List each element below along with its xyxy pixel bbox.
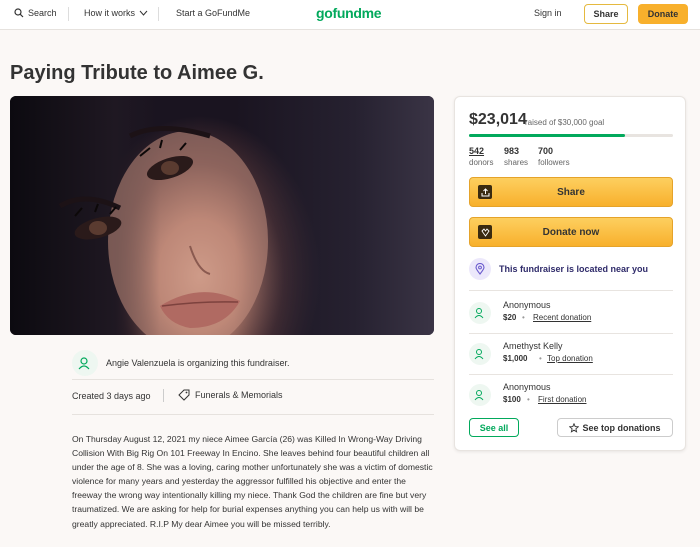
- search-label: Search: [28, 8, 57, 18]
- start-fundraiser-link[interactable]: Start a GoFundMe: [176, 8, 250, 18]
- donate-button-header[interactable]: Donate: [638, 4, 688, 24]
- donor-name: Anonymous: [503, 382, 551, 392]
- campaign-photo: [10, 96, 434, 335]
- how-it-works-label: How it works: [84, 8, 136, 18]
- organizer-avatar: [72, 350, 98, 376]
- stat-label: followers: [538, 158, 570, 167]
- user-icon: [469, 384, 491, 406]
- donation-item: Anonymous $20 • Recent donation: [469, 296, 673, 330]
- donation-tag[interactable]: First donation: [538, 395, 586, 404]
- stat-value: 700: [538, 146, 554, 156]
- amount-raised: $23,014: [469, 111, 527, 128]
- see-all-button[interactable]: See all: [469, 418, 519, 437]
- see-top-label: See top donations: [582, 422, 661, 433]
- organizer-row: Angie Valenzuela is organizing this fund…: [72, 350, 289, 376]
- stat-value: 983: [504, 146, 520, 156]
- share-button[interactable]: Share: [469, 177, 673, 207]
- donation-card: $23,014 raised of $30,000 goal 542 donor…: [454, 96, 686, 451]
- how-it-works-menu[interactable]: How it works: [84, 8, 148, 18]
- category-link[interactable]: Funerals & Memorials: [178, 389, 283, 401]
- gofundme-logo[interactable]: gofundme: [316, 5, 382, 21]
- donation-tag[interactable]: Recent donation: [533, 313, 591, 322]
- sign-in-label: Sign in: [534, 8, 562, 18]
- meta-divider: [163, 389, 164, 402]
- location-pin-icon: [469, 258, 491, 280]
- donate-now-button[interactable]: Donate now: [469, 217, 673, 247]
- divider: [469, 374, 673, 375]
- portrait-face: [58, 126, 268, 335]
- stat-label: donors: [469, 158, 494, 167]
- category-label: Funerals & Memorials: [195, 390, 283, 400]
- progress-bar: [469, 134, 673, 137]
- donation-item: Amethyst Kelly $1,000 • Top donation: [469, 337, 673, 371]
- divider: [72, 379, 434, 380]
- stat-shares: 983 shares: [504, 146, 528, 168]
- donate-now-label: Donate now: [542, 226, 600, 238]
- donate-icon: [478, 225, 492, 239]
- stat-followers: 700 followers: [538, 146, 570, 168]
- divider: [72, 414, 434, 415]
- location-notice: This fundraiser is located near you: [469, 258, 648, 280]
- search-link[interactable]: Search: [14, 8, 57, 18]
- see-top-donations-button[interactable]: See top donations: [557, 418, 673, 437]
- star-icon: [569, 422, 580, 433]
- search-icon: [14, 8, 24, 18]
- donation-amount: $20: [503, 313, 517, 322]
- goal-text: raised of $30,000 goal: [525, 118, 605, 127]
- nav-divider: [158, 7, 159, 21]
- share-label: Share: [557, 186, 585, 198]
- campaign-story: On Thursday August 12, 2021 my niece Aim…: [72, 434, 433, 529]
- top-nav: Search How it works Start a GoFundMe gof…: [0, 0, 700, 30]
- sign-in-link[interactable]: Sign in: [534, 8, 562, 18]
- divider: [469, 333, 673, 334]
- separator-dot: •: [522, 313, 525, 322]
- divider: [469, 290, 673, 291]
- separator-dot: •: [527, 395, 530, 404]
- start-label: Start a GoFundMe: [176, 8, 251, 18]
- location-text: This fundraiser is located near you: [499, 264, 649, 274]
- user-icon: [78, 357, 90, 370]
- user-icon: [469, 302, 491, 324]
- chevron-down-icon: [139, 10, 148, 16]
- stat-value: 542: [469, 146, 485, 156]
- progress-fill: [469, 134, 626, 137]
- tag-icon: [178, 389, 190, 401]
- donation-amount: $1,000: [503, 354, 528, 363]
- organizer-text: Angie Valenzuela is organizing this fund…: [106, 358, 290, 368]
- user-icon: [469, 343, 491, 365]
- donor-name: Anonymous: [503, 300, 551, 310]
- donation-amount: $100: [503, 395, 521, 404]
- created-date: Created 3 days ago: [72, 391, 151, 401]
- share-button-header[interactable]: Share: [584, 4, 628, 24]
- share-icon: [478, 185, 492, 199]
- donor-name: Amethyst Kelly: [503, 341, 563, 351]
- nav-divider: [68, 7, 69, 21]
- donation-item: Anonymous $100 • First donation: [469, 378, 673, 412]
- separator-dot: •: [539, 354, 542, 363]
- donation-tag[interactable]: Top donation: [547, 354, 593, 363]
- page-title: Paying Tribute to Aimee G.: [10, 62, 264, 84]
- stat-donors[interactable]: 542 donors: [469, 146, 493, 168]
- stat-label: shares: [504, 158, 529, 167]
